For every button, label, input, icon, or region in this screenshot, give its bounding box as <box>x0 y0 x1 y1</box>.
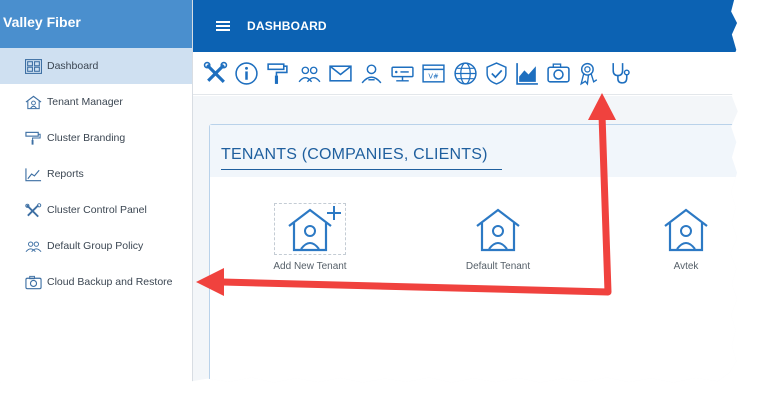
globe-icon[interactable] <box>452 60 479 87</box>
info-icon[interactable] <box>233 60 260 87</box>
tenants-panel: TENANTS (COMPANIES, CLIENTS) Add New Ten… <box>209 124 738 383</box>
sidebar-item-label: Reports <box>47 168 84 180</box>
sidebar-item-default-group-policy[interactable]: Default Group Policy <box>0 228 192 264</box>
sidebar-item-label: Default Group Policy <box>47 240 144 252</box>
tenant-label: Add New Tenant <box>273 261 347 272</box>
user-group-icon <box>24 238 42 254</box>
camera-icon <box>24 274 42 290</box>
panel-header: TENANTS (COMPANIES, CLIENTS) <box>210 125 738 177</box>
sidebar-item-label: Dashboard <box>47 60 99 72</box>
house-user-add-icon <box>274 203 346 255</box>
sidebar-item-label: Tenant Manager <box>47 96 123 108</box>
sidebar-item-cloud-backup-restore[interactable]: Cloud Backup and Restore <box>0 264 192 300</box>
main-content: TENANTS (COMPANIES, CLIENTS) Add New Ten… <box>193 96 738 383</box>
tools-icon <box>24 202 42 218</box>
award-ribbon-icon[interactable] <box>576 60 603 87</box>
camera-icon[interactable] <box>545 60 572 87</box>
user-settings-icon[interactable] <box>358 60 385 87</box>
house-user-icon <box>650 203 722 255</box>
line-chart-icon <box>24 166 42 182</box>
svg-text:V#: V# <box>429 72 440 80</box>
tenant-label: Default Tenant <box>465 261 531 272</box>
tenant-tile-default[interactable]: Default Tenant <box>443 203 553 272</box>
house-users-icon <box>24 94 42 110</box>
page-title: DASHBOARD <box>247 19 327 33</box>
shield-check-icon[interactable] <box>483 60 510 87</box>
tenant-label: Avtek <box>673 261 699 272</box>
browser-code-icon[interactable]: V# <box>420 60 447 87</box>
tenant-tile-avtek[interactable]: Avtek <box>631 203 738 272</box>
brand-title: Valley Fiber <box>0 0 192 48</box>
sidebar-item-reports[interactable]: Reports <box>0 156 192 192</box>
app-window: Valley Fiber Dashboard Tenant Manager Cl… <box>0 0 738 383</box>
paint-roller-icon <box>24 130 42 146</box>
stethoscope-icon[interactable] <box>607 60 634 87</box>
top-bar: DASHBOARD <box>193 0 738 52</box>
panel-title: TENANTS (COMPANIES, CLIENTS) <box>221 146 502 170</box>
paint-roller-icon[interactable] <box>264 60 291 87</box>
sidebar-item-tenant-manager[interactable]: Tenant Manager <box>0 84 192 120</box>
sidebar-item-label: Cloud Backup and Restore <box>47 276 173 288</box>
sidebar-item-dashboard[interactable]: Dashboard <box>0 48 192 84</box>
sidebar-item-cluster-branding[interactable]: Cluster Branding <box>0 120 192 156</box>
house-user-icon <box>462 203 534 255</box>
sidebar-item-label: Cluster Branding <box>47 132 126 144</box>
toolbar: V# <box>193 52 738 95</box>
server-icon[interactable] <box>389 60 416 87</box>
area-chart-icon[interactable] <box>514 60 541 87</box>
add-new-tenant-tile[interactable]: Add New Tenant <box>255 203 365 272</box>
tenant-list: Add New Tenant Default Tenant Avtek <box>210 203 738 293</box>
dashboard-grid-icon <box>24 58 42 74</box>
tools-icon[interactable] <box>202 60 229 87</box>
hamburger-menu-icon[interactable] <box>216 19 230 33</box>
sidebar-item-label: Cluster Control Panel <box>47 204 147 216</box>
sidebar-item-cluster-control-panel[interactable]: Cluster Control Panel <box>0 192 192 228</box>
user-group-icon[interactable] <box>296 60 323 87</box>
sidebar: Valley Fiber Dashboard Tenant Manager Cl… <box>0 0 193 383</box>
mail-icon[interactable] <box>327 60 354 87</box>
